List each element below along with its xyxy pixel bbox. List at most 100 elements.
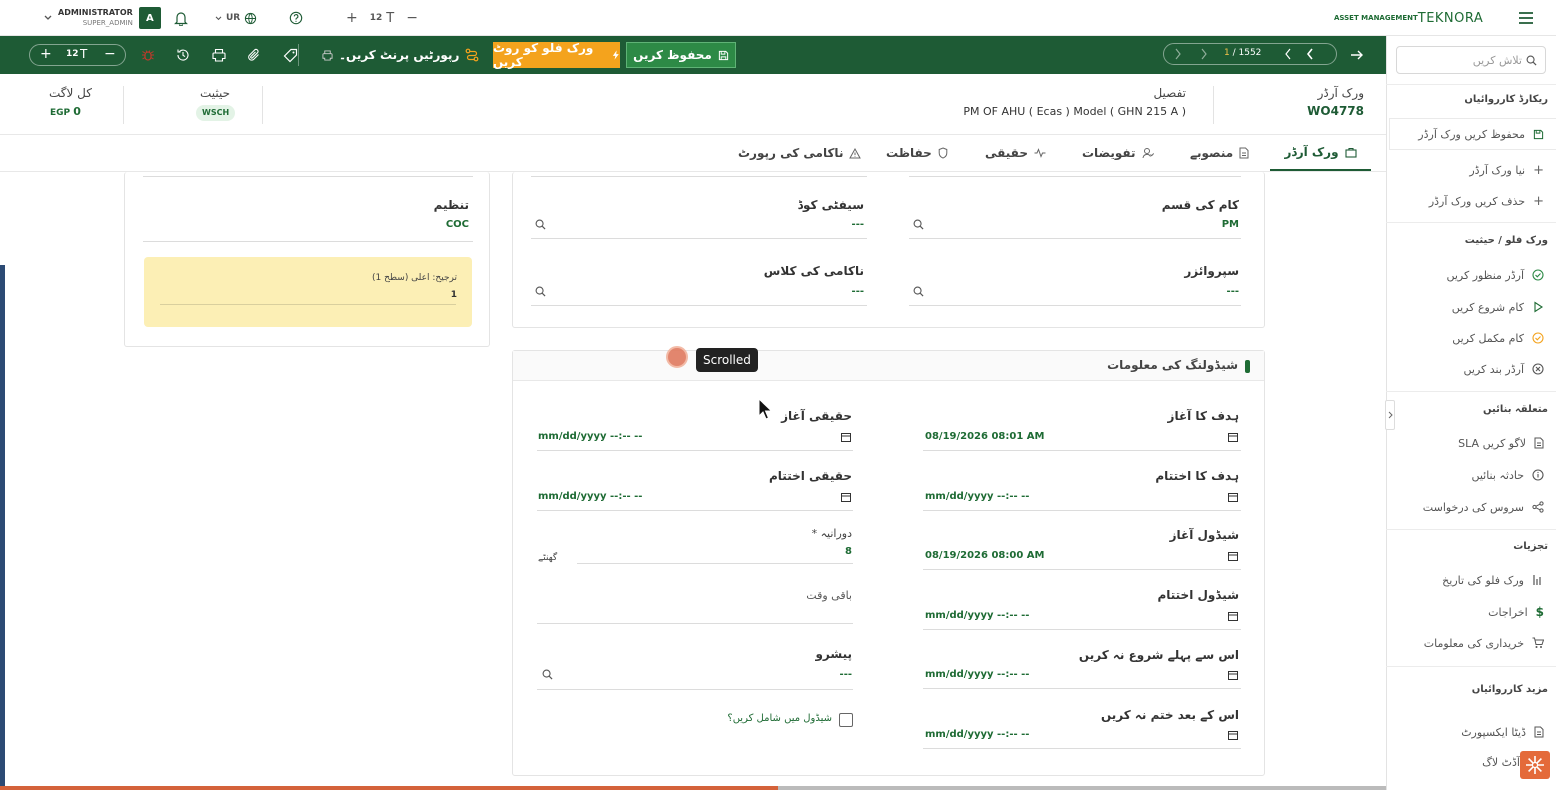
scheduling-title: شیڈولنگ کی معلومات [1107,358,1238,372]
chevron-right-icon [1388,411,1393,419]
search-icon[interactable] [535,219,546,230]
sidebar-item-create-incident[interactable]: حادثہ بنائیں [1471,465,1544,485]
actual-start-value[interactable]: mm/dd/yyyy --:-- -- [538,431,642,442]
actual-end-value[interactable]: mm/dd/yyyy --:-- -- [538,491,642,502]
lightning-icon [613,50,620,60]
organization-value[interactable]: COC [446,219,469,230]
priority-value[interactable]: 1 [451,290,457,300]
toolbar-increase-font-button[interactable]: + [40,46,52,62]
help-icon[interactable] [289,0,303,36]
not-start-before-value[interactable]: mm/dd/yyyy --:-- -- [925,669,1029,680]
pulse-icon [1034,148,1046,158]
route-workflow-button[interactable]: ورک فلو کو روٹ کریں [493,41,620,69]
calendar-icon[interactable] [1228,492,1238,502]
click-indicator [666,346,688,368]
prev-record-icon[interactable] [1284,47,1294,61]
history-icon[interactable] [174,46,192,64]
sidebar-item-label: ورک فلو کی تاریخ [1442,573,1524,587]
bell-icon[interactable] [174,0,188,36]
target-end-value[interactable]: mm/dd/yyyy --:-- -- [925,491,1029,502]
toolbar-decrease-font-button[interactable]: − [104,46,116,62]
sidebar-item-apply-sla[interactable]: SLA لاگو کریں [1458,433,1544,453]
calendar-icon[interactable] [1228,730,1238,740]
sidebar-item-start-work[interactable]: کام شروع کریں [1452,297,1544,317]
toolbar-font-size-letter: T [80,47,88,61]
assistant-launcher-icon[interactable] [1520,751,1550,779]
predecessor-value[interactable]: --- [840,669,852,680]
last-record-icon[interactable] [1172,47,1182,61]
route-workflow-label: ورک فلو کو روٹ کریں [493,41,594,69]
search-icon[interactable] [913,219,924,230]
sidebar-item-new-work-order[interactable]: نیا ورک آرڈر + [1469,160,1544,180]
tab-failure-report[interactable]: ناکامی کی رپورٹ [738,135,862,171]
search-icon[interactable] [542,669,553,680]
supervisor-value[interactable]: --- [1227,286,1239,297]
sidebar-item-purchase-info[interactable]: خریداری کی معلومات [1424,633,1544,653]
calendar-icon[interactable] [841,492,851,502]
pager-text: 1 / 1552 [1224,48,1262,58]
duration-label: * دورانیہ [811,527,852,540]
next-record-icon[interactable] [1198,47,1208,61]
include-in-schedule-checkbox[interactable] [839,713,853,727]
sidebar-collapse-handle[interactable] [1385,400,1395,430]
tab-actuals[interactable]: حقیقی [985,135,1046,171]
increase-font-button[interactable]: + [346,10,358,26]
user-menu[interactable]: ADMINISTRATOR SUPER_ADMIN A [44,0,161,36]
calendar-icon[interactable] [1228,611,1238,621]
user-name: ADMINISTRATOR [58,8,133,17]
organization-card: تنظیم COC ترجیح: اعلی (سطح 1) 1 [124,172,490,347]
calendar-icon[interactable] [1228,551,1238,561]
search-icon[interactable] [913,286,924,297]
search-icon[interactable] [535,286,546,297]
sidebar-item-workflow-history[interactable]: ورک فلو کی تاریخ [1442,570,1544,590]
sidebar-item-approve-order[interactable]: آرڈر منظور کریں [1446,265,1544,285]
calendar-icon[interactable] [841,432,851,442]
remaining-time-label: باقی وقت [806,589,852,602]
calendar-icon[interactable] [1228,432,1238,442]
paperclip-icon[interactable] [245,46,263,64]
hamburger-icon[interactable] [1518,0,1534,36]
language-switcher[interactable]: UR [215,0,257,36]
arrow-right-icon[interactable] [1348,46,1366,64]
first-record-icon[interactable] [1306,47,1316,61]
printer-icon[interactable] [210,46,228,64]
print-reports-button[interactable]: رپورٹیں پرنٹ کریں۔ [322,46,459,64]
sidebar-item-delete-work-order[interactable]: حذف کریں ورک آرڈر + [1429,191,1544,211]
duration-value[interactable]: 8 [845,546,852,557]
route-icon[interactable] [463,46,481,64]
save-button[interactable]: محفوظ کریں [626,42,736,68]
not-finish-after-value[interactable]: mm/dd/yyyy --:-- -- [925,729,1029,740]
bug-icon[interactable] [139,46,157,64]
tag-icon[interactable] [281,46,299,64]
schedule-end-value[interactable]: mm/dd/yyyy --:-- -- [925,610,1029,621]
failure-class-value[interactable]: --- [852,286,864,297]
field-underline [909,176,1241,177]
work-type-value[interactable]: PM [1222,219,1239,230]
tab-safety[interactable]: حفاظت [886,135,948,171]
avatar[interactable]: A [138,7,161,29]
sidebar-item-audit-log[interactable]: آڈٹ لاگ [1482,752,1520,772]
sidebar-divider [1386,666,1556,667]
sidebar-item-expenses[interactable]: اخراجات $ [1488,602,1544,622]
tab-plans[interactable]: منصوبے [1190,135,1249,171]
total-cost-label: کل لاگت [49,86,92,100]
safety-code-value[interactable]: --- [852,219,864,230]
tab-work-order[interactable]: ورک آرڈر [1270,135,1371,171]
tab-assignments[interactable]: تفویضات [1082,135,1154,171]
globe-icon [245,12,257,24]
priority-label: ترجیح: اعلی (سطح 1) [371,273,457,283]
sidebar-item-close-order[interactable]: آرڈر بند کریں [1464,359,1544,379]
calendar-icon[interactable] [1228,670,1238,680]
target-start-value[interactable]: 08/19/2026 08:01 AM [925,431,1044,442]
sidebar-item-complete-work[interactable]: کام مکمل کریں [1452,328,1544,348]
sidebar-item-data-export[interactable]: ڈیٹا ایکسپورٹ [1461,722,1544,742]
sidebar-divider [1386,222,1556,223]
sidebar-search-input[interactable]: تلاش کریں [1396,46,1546,74]
schedule-start-value[interactable]: 08/19/2026 08:00 AM [925,550,1044,561]
detail-label: تفصیل [1153,86,1186,100]
sidebar-item-save-work-order[interactable]: محفوظ کریں ورک آرڈر [1390,119,1556,149]
work-type-label: کام کی قسم [1161,198,1239,212]
field-underline [531,176,867,177]
sidebar-item-service-request[interactable]: سروس کی درخواست [1423,497,1544,517]
decrease-font-button[interactable]: − [406,10,418,26]
